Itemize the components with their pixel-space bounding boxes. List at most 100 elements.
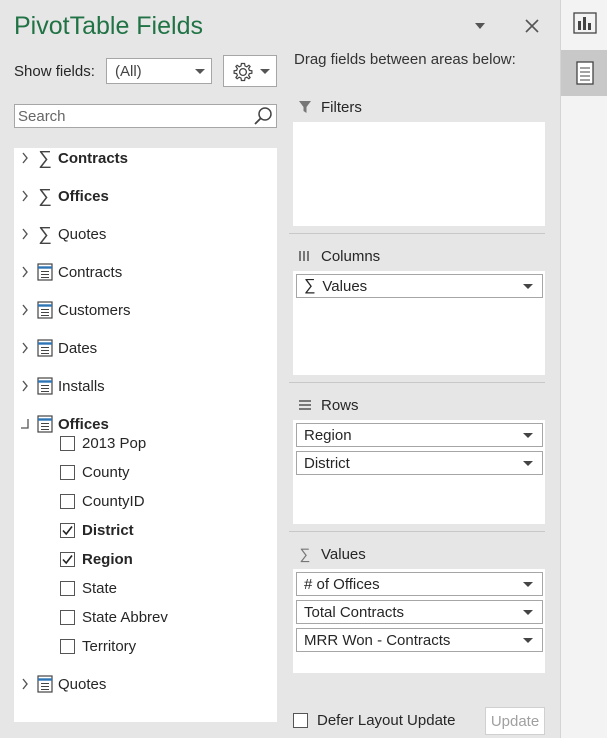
subfield-label: CountyID xyxy=(82,493,145,510)
field-checkbox[interactable] xyxy=(60,523,75,538)
close-button[interactable] xyxy=(522,16,542,36)
field-item-quotes[interactable]: Quotes xyxy=(14,672,277,696)
table-icon xyxy=(36,339,54,357)
subfield-label: Territory xyxy=(82,638,137,655)
field-checkbox[interactable] xyxy=(60,552,75,567)
search-input[interactable] xyxy=(15,105,245,127)
chevron-down-icon[interactable] xyxy=(523,284,533,289)
subfield-countyid[interactable]: CountyID xyxy=(14,490,277,514)
side-tab-strip xyxy=(560,0,607,738)
field-item-customers[interactable]: Customers xyxy=(14,298,277,322)
sigma-icon: ∑ xyxy=(299,545,311,563)
values-area-header: ∑ Values xyxy=(298,544,366,564)
chevron-down-icon[interactable] xyxy=(523,638,533,643)
subfield-county[interactable]: County xyxy=(14,461,277,485)
subfield-state-abbrev[interactable]: State Abbrev xyxy=(14,606,277,630)
subfield-region[interactable]: Region xyxy=(14,548,277,572)
values-drop-area[interactable]: # of Offices Total Contracts MRR Won - C… xyxy=(293,569,545,673)
field-checkbox[interactable] xyxy=(60,610,75,625)
columns-area-header: Columns xyxy=(298,246,380,266)
pane-title: PivotTable Fields xyxy=(14,12,203,40)
pivotchart-tab[interactable] xyxy=(561,0,607,46)
filters-drop-area[interactable] xyxy=(293,122,545,226)
sigma-icon: ∑ xyxy=(38,223,52,245)
field-label: Offices xyxy=(58,416,109,433)
expand-icon[interactable] xyxy=(20,189,30,203)
area-divider xyxy=(289,233,545,234)
field-item-quotes[interactable]: ∑ Quotes xyxy=(14,222,277,246)
field-checkbox[interactable] xyxy=(60,436,75,451)
expand-icon[interactable] xyxy=(20,677,30,691)
field-item-installs[interactable]: Installs xyxy=(14,374,277,398)
defer-layout-label: Defer Layout Update xyxy=(317,712,456,729)
field-checkbox[interactable] xyxy=(60,639,75,654)
subfield-state[interactable]: State xyxy=(14,577,277,601)
expand-icon[interactable] xyxy=(20,151,30,165)
field-label: Offices xyxy=(58,188,109,205)
field-checkbox[interactable] xyxy=(60,465,75,480)
collapse-icon[interactable] xyxy=(20,417,30,431)
show-fields-dropdown[interactable]: (All) xyxy=(106,58,212,84)
subfield-district[interactable]: District xyxy=(14,519,277,543)
columns-icon xyxy=(298,249,312,263)
chevron-down-icon xyxy=(195,69,205,74)
rows-area-header: Rows xyxy=(298,395,359,415)
values-label: Values xyxy=(321,545,366,563)
values-item-offices-count[interactable]: # of Offices xyxy=(296,572,543,596)
expand-icon[interactable] xyxy=(20,303,30,317)
subfield-label: 2013 Pop xyxy=(82,435,147,452)
field-checkbox[interactable] xyxy=(60,494,75,509)
gear-icon xyxy=(233,62,253,82)
filter-icon xyxy=(298,100,312,114)
field-item-contracts[interactable]: ∑ Contracts xyxy=(14,148,277,170)
rows-label: Rows xyxy=(321,396,359,414)
rows-item-region[interactable]: Region xyxy=(296,423,543,447)
search-box[interactable] xyxy=(14,104,277,128)
expand-icon[interactable] xyxy=(20,227,30,241)
sigma-icon: ∑ xyxy=(38,148,52,169)
chip-label: Region xyxy=(304,426,352,444)
field-label: Quotes xyxy=(58,676,107,693)
subfield-2013-pop[interactable]: 2013 Pop xyxy=(14,432,277,456)
chevron-down-icon[interactable] xyxy=(523,610,533,615)
tools-button[interactable] xyxy=(223,55,277,87)
field-checkbox[interactable] xyxy=(60,581,75,596)
close-icon xyxy=(525,19,539,33)
area-divider xyxy=(289,382,545,383)
columns-label: Columns xyxy=(321,247,381,265)
field-list[interactable]: ∑ Contracts ∑ Offices ∑ Quotes Contracts Custom… xyxy=(14,148,277,722)
subfield-label: State xyxy=(82,580,118,597)
field-list-tab[interactable] xyxy=(561,50,607,96)
field-item-dates[interactable]: Dates xyxy=(14,336,277,360)
task-pane-options-button[interactable] xyxy=(472,18,488,34)
field-item-offices[interactable]: ∑ Offices xyxy=(14,184,277,208)
filters-label: Filters xyxy=(321,98,362,116)
area-divider xyxy=(289,531,545,532)
chevron-down-icon[interactable] xyxy=(523,461,533,466)
show-fields-value: (All) xyxy=(115,63,142,80)
rows-item-district[interactable]: District xyxy=(296,451,543,475)
subfield-label: Region xyxy=(82,551,133,568)
expand-icon[interactable] xyxy=(20,341,30,355)
table-icon xyxy=(36,415,54,433)
field-item-contracts[interactable]: Contracts xyxy=(14,260,277,284)
expand-icon[interactable] xyxy=(20,265,30,279)
show-fields-label: Show fields: xyxy=(14,63,95,80)
field-label: Installs xyxy=(58,378,105,395)
field-label: Contracts xyxy=(58,264,123,281)
values-item-total-contracts[interactable]: Total Contracts xyxy=(296,600,543,624)
subfield-label: State Abbrev xyxy=(82,609,168,626)
defer-layout-checkbox[interactable] xyxy=(293,713,308,728)
values-item-mrr-won[interactable]: MRR Won - Contracts xyxy=(296,628,543,652)
subfield-territory[interactable]: Territory xyxy=(14,635,277,659)
chevron-down-icon[interactable] xyxy=(523,582,533,587)
rows-drop-area[interactable]: Region District xyxy=(293,420,545,524)
update-button[interactable]: Update xyxy=(485,707,545,735)
field-label: Customers xyxy=(58,302,131,319)
chevron-down-icon[interactable] xyxy=(523,433,533,438)
expand-icon[interactable] xyxy=(20,379,30,393)
columns-item-values[interactable]: ∑ Values xyxy=(296,274,543,298)
search-icon[interactable] xyxy=(252,106,274,133)
columns-drop-area[interactable]: ∑ Values xyxy=(293,271,545,375)
table-icon xyxy=(36,675,54,693)
